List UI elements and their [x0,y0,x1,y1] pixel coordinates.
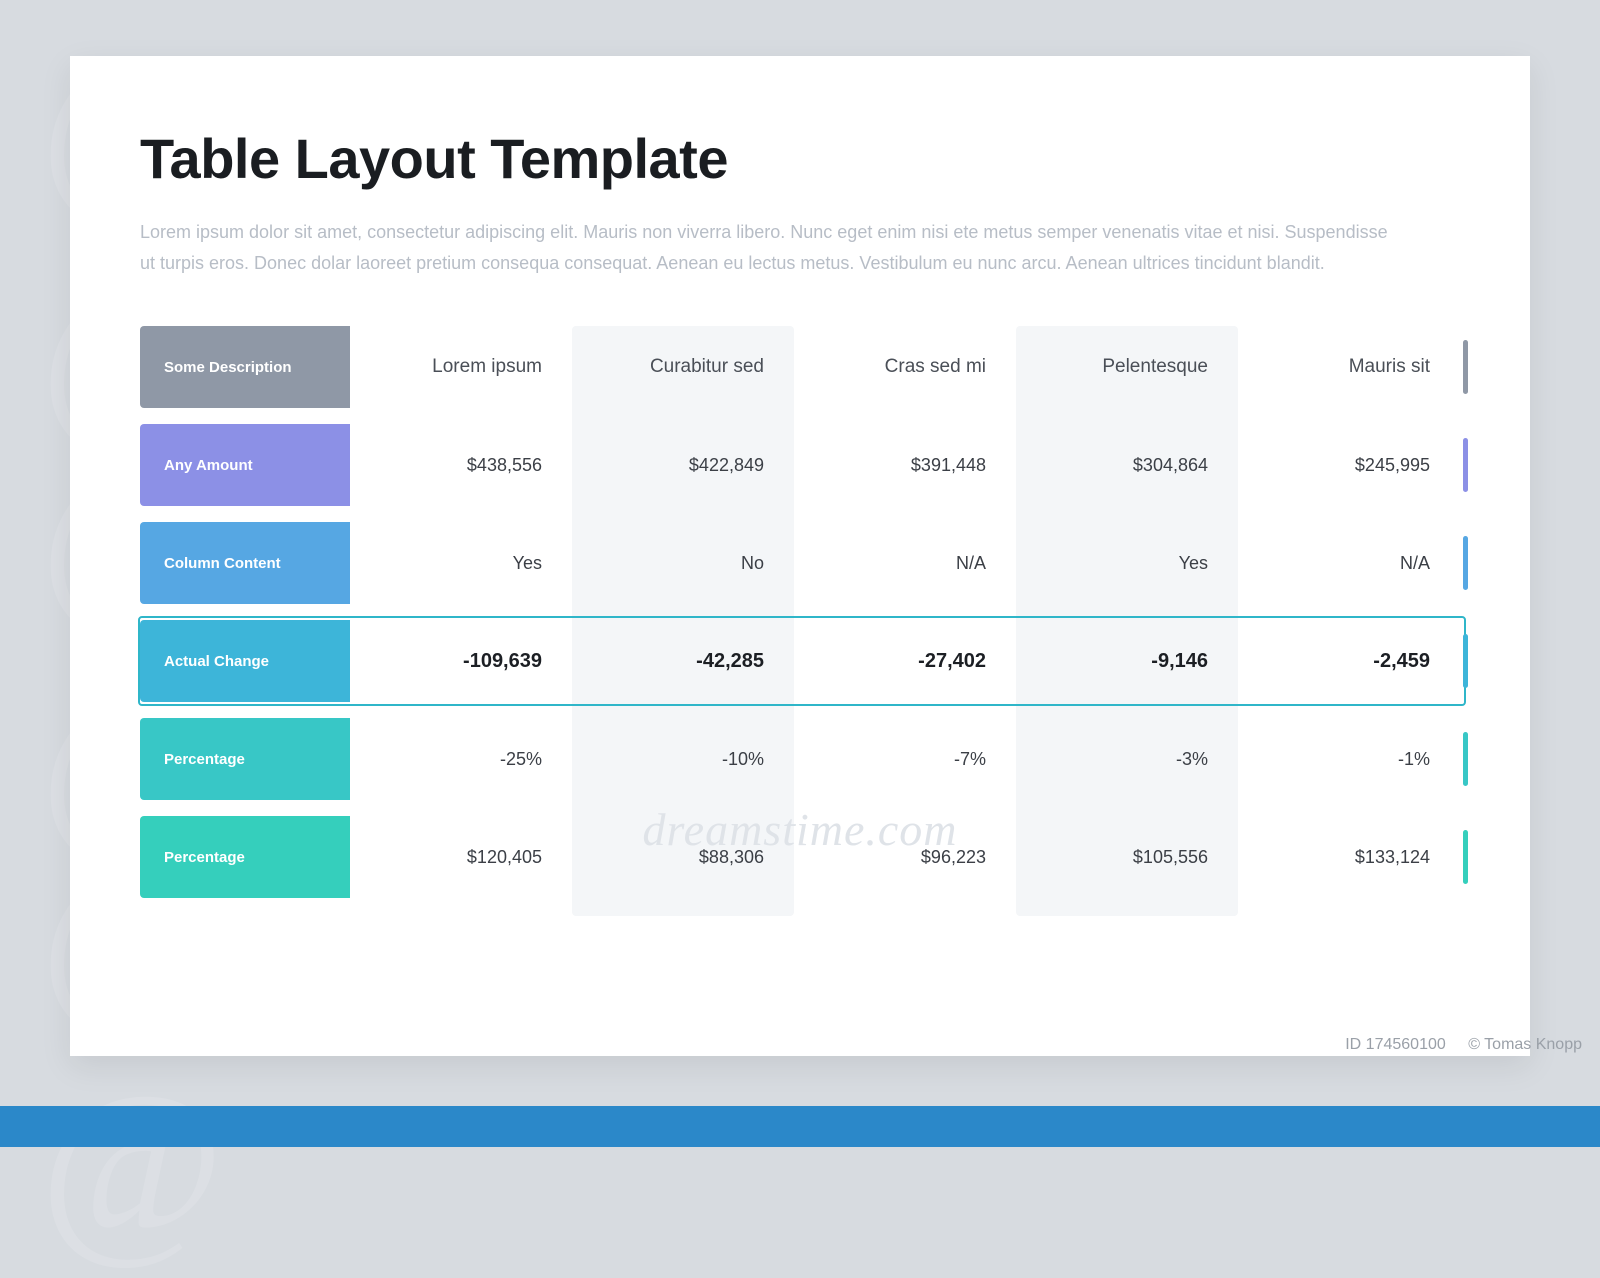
row-endcap [1463,438,1468,492]
table-cell: N/A [794,522,1016,604]
data-table: Some Description Lorem ipsum Curabitur s… [140,326,1460,916]
table-cell: $105,556 [1016,816,1238,898]
table-cell: $422,849 [572,424,794,506]
table-cell: Yes [1016,522,1238,604]
credit-author: © Tomas Knopp [1468,1036,1582,1053]
content-card: Table Layout Template Lorem ipsum dolor … [70,56,1530,1056]
image-credit: ID 174560100 © Tomas Knopp [1345,1036,1582,1054]
table-cell: $96,223 [794,816,1016,898]
column-header: Pelentesque [1016,326,1238,408]
table-row: Any Amount $438,556 $422,849 $391,448 $3… [140,424,1460,506]
table-cell: -2,459 [1238,620,1460,702]
table-cell: -9,146 [1016,620,1238,702]
table-row-highlighted: Actual Change -109,639 -42,285 -27,402 -… [140,620,1460,702]
page-subtitle: Lorem ipsum dolor sit amet, consectetur … [140,217,1400,278]
table-row: Percentage $120,405 $88,306 $96,223 $105… [140,816,1460,898]
column-header: Mauris sit [1238,326,1460,408]
credit-id: ID 174560100 [1345,1036,1446,1053]
table-cell: -10% [572,718,794,800]
row-label: Any Amount [140,424,350,506]
table-row: Percentage -25% -10% -7% -3% -1% [140,718,1460,800]
table-cell: $133,124 [1238,816,1460,898]
row-endcap [1463,536,1468,590]
row-endcap [1463,634,1468,688]
table-cell: $120,405 [350,816,572,898]
table-cell: N/A [1238,522,1460,604]
table-cell: No [572,522,794,604]
column-header: Curabitur sed [572,326,794,408]
table-header-row: Some Description Lorem ipsum Curabitur s… [140,326,1460,408]
row-label: Column Content [140,522,350,604]
column-header: Lorem ipsum [350,326,572,408]
table-cell: -27,402 [794,620,1016,702]
bottom-accent-bar [0,1106,1600,1147]
table-cell: $438,556 [350,424,572,506]
row-endcap [1463,830,1468,884]
table-cell: -1% [1238,718,1460,800]
table-cell: $391,448 [794,424,1016,506]
row-label: Some Description [140,326,350,408]
table-cell: -25% [350,718,572,800]
stage: @ @ @ @ @ @ @ @ @ @ @ @ @ @ @ @ @ @ Tabl… [0,0,1600,1106]
row-endcap [1463,340,1468,394]
table-cell: -42,285 [572,620,794,702]
column-header: Cras sed mi [794,326,1016,408]
row-endcap [1463,732,1468,786]
page-title: Table Layout Template [140,126,1460,191]
table-cell: $88,306 [572,816,794,898]
row-label: Actual Change [140,620,350,702]
table-cell: $304,864 [1016,424,1238,506]
row-label: Percentage [140,816,350,898]
table-cell: Yes [350,522,572,604]
table-cell: -3% [1016,718,1238,800]
table-cell: -7% [794,718,1016,800]
table-cell: -109,639 [350,620,572,702]
row-label: Percentage [140,718,350,800]
table-row: Column Content Yes No N/A Yes N/A [140,522,1460,604]
table-cell: $245,995 [1238,424,1460,506]
